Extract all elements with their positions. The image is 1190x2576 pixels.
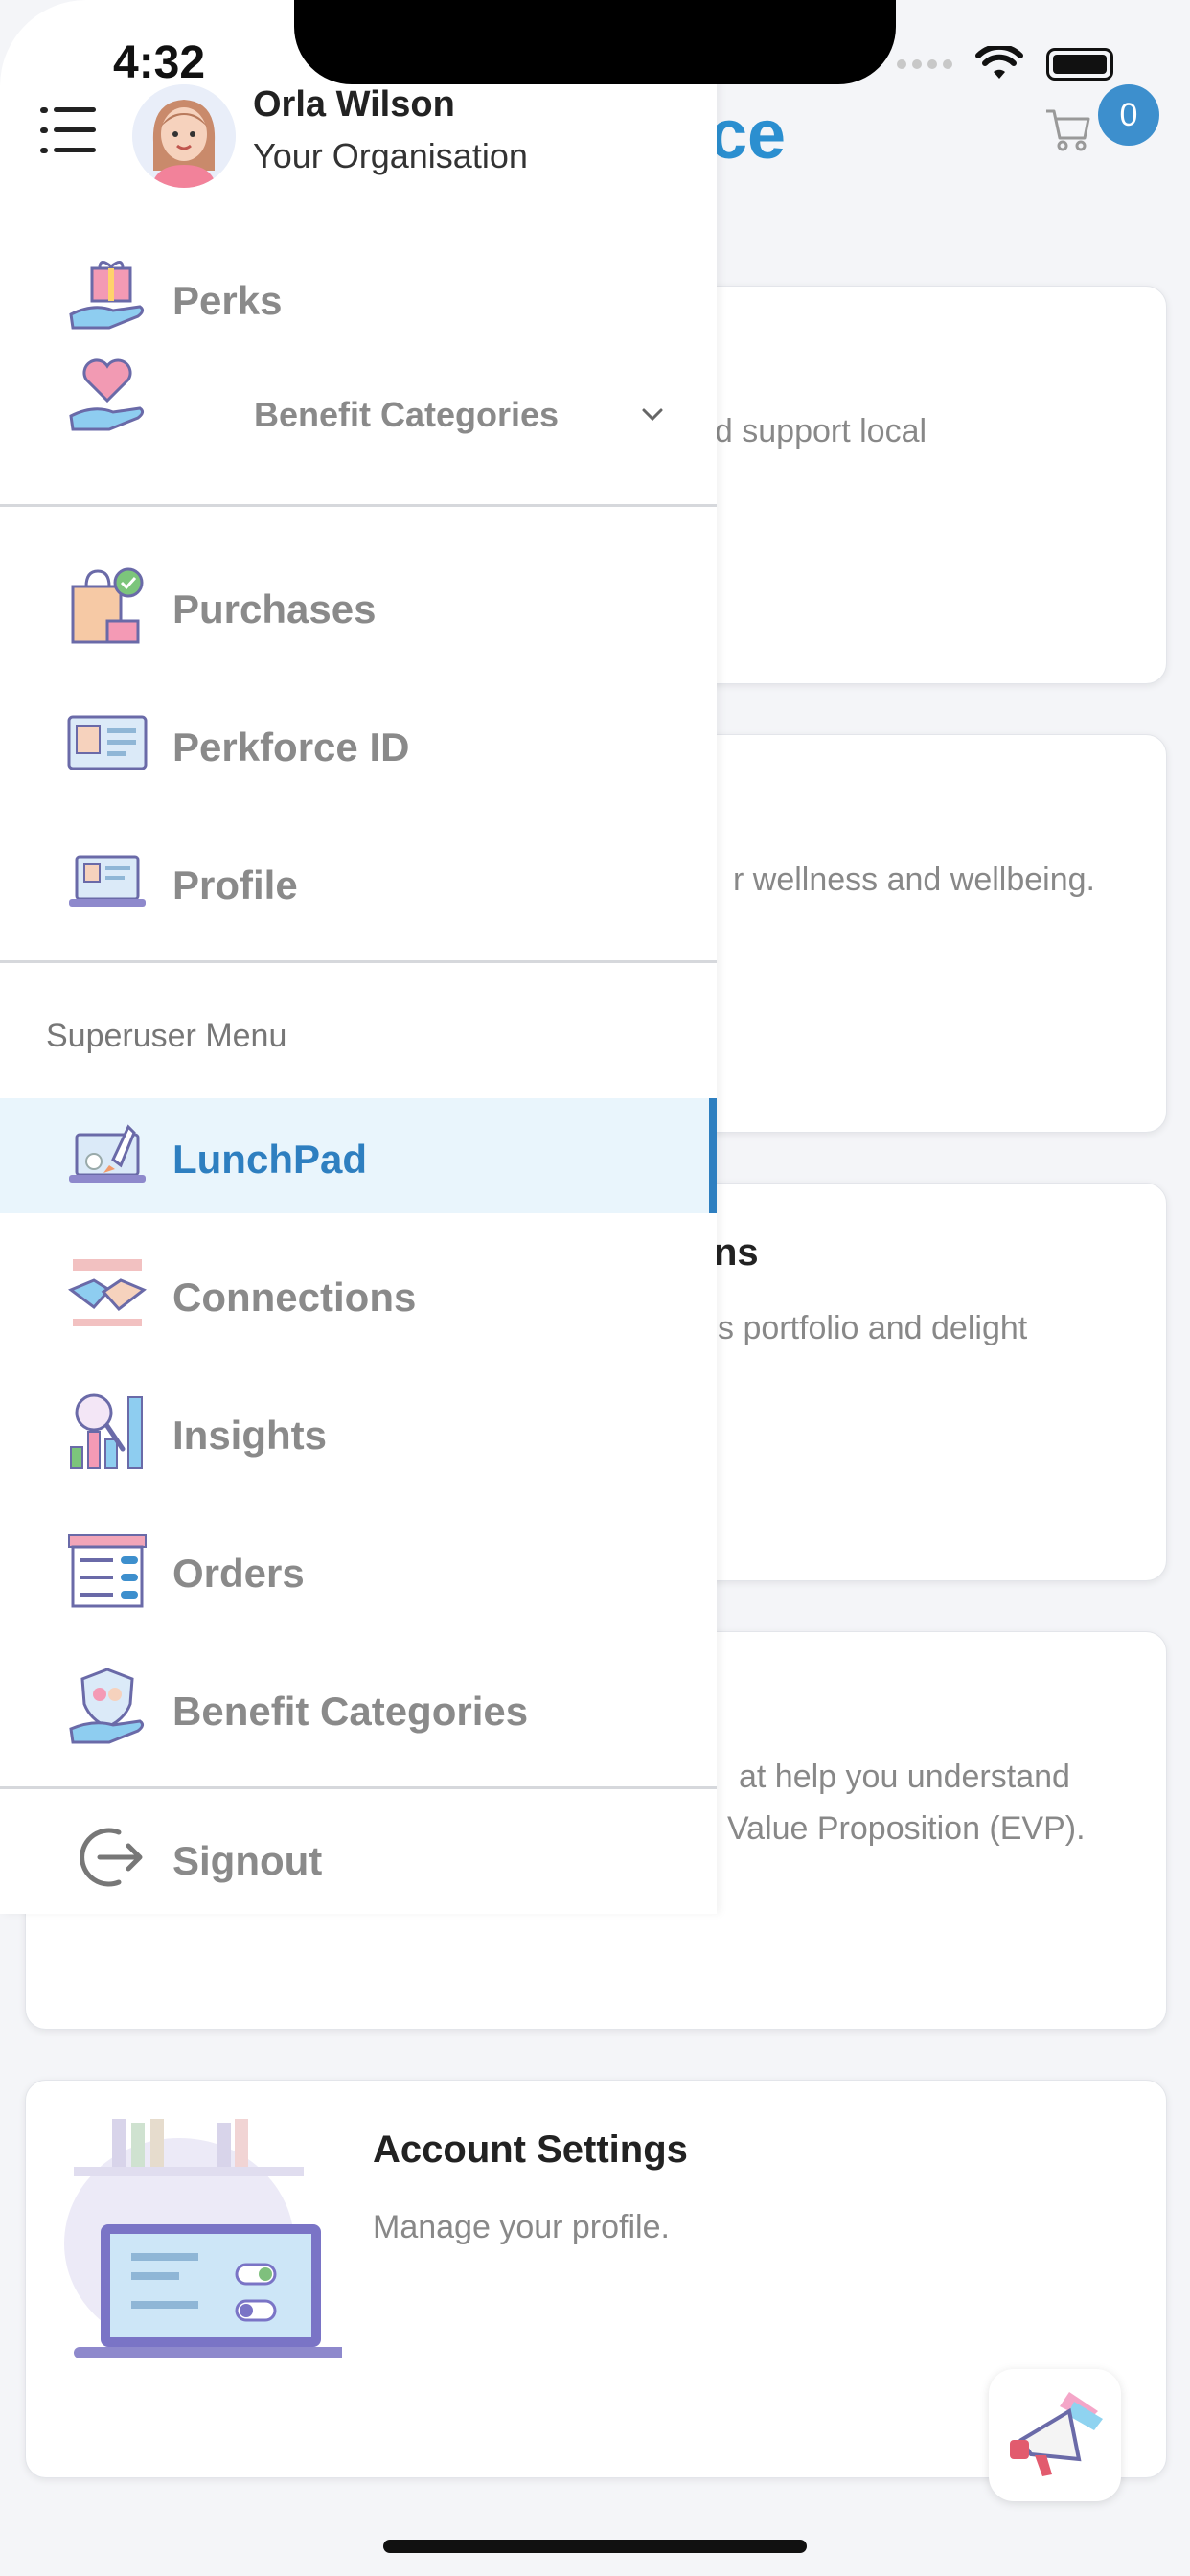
menu-item-label: Profile [172, 862, 298, 908]
menu-item-superuser-benefit-categories[interactable]: Benefit Categories [0, 1650, 717, 1765]
menu-item-lunchpad[interactable]: LunchPad [0, 1098, 717, 1213]
user-organisation: Your Organisation [253, 136, 528, 175]
card-description: Manage your profile. [373, 2209, 670, 2245]
menu-item-label: Insights [172, 1413, 328, 1458]
menu-item-label: Orders [172, 1551, 305, 1596]
store-list-icon [68, 1534, 147, 1608]
phone-screen: 4:32 ce 0 nd support local r wellness an… [0, 0, 1190, 2576]
home-indicator[interactable] [383, 2540, 807, 2553]
menu-item-label: Connections [172, 1275, 417, 1320]
menu-item-purchases[interactable]: Purchases [0, 548, 717, 663]
superuser-section-title: Superuser Menu [46, 1018, 287, 1054]
menu-item-label: LunchPad [172, 1137, 368, 1182]
signout-label: Signout [172, 1838, 323, 1883]
card-description-line1: at help you understand [739, 1759, 1070, 1795]
menu-item-label: Benefit Categories [172, 1689, 529, 1734]
signout-button[interactable]: Signout [0, 1800, 717, 1915]
id-card-icon [67, 715, 148, 770]
shield-hand-icon [69, 1668, 145, 1744]
menu-item-label: Perks [172, 278, 283, 323]
menu-item-label: Purchases [172, 586, 377, 632]
menu-item-connections[interactable]: Connections [0, 1236, 717, 1351]
feedback-button[interactable] [989, 2369, 1121, 2501]
signal-icon [897, 59, 952, 69]
laptop-profile-icon [69, 855, 146, 907]
signout-icon [80, 1828, 143, 1887]
card-title: Account Settings [373, 2128, 688, 2171]
notch [294, 0, 896, 84]
card-description: s portfolio and delight [718, 1310, 1028, 1346]
cart-count-badge[interactable]: 0 [1098, 84, 1159, 146]
card-title: ns [714, 1231, 759, 1274]
user-name: Orla Wilson [253, 84, 455, 125]
menu-item-label: Perkforce ID [172, 724, 410, 770]
shopping-bag-icon [71, 567, 144, 644]
status-icons [897, 46, 1113, 82]
navigation-drawer: Orla Wilson Your Organisation Perks Bene… [0, 0, 717, 1914]
menu-item-insights[interactable]: Insights [0, 1374, 717, 1489]
chart-magnifier-icon [70, 1393, 143, 1469]
divider [0, 1786, 717, 1789]
chevron-down-icon[interactable] [640, 402, 665, 427]
divider [0, 960, 717, 963]
app-logo[interactable]: ce [709, 96, 786, 174]
menu-item-profile[interactable]: Profile [0, 824, 717, 939]
card-description: nd support local [697, 413, 927, 449]
heart-hand-icon [69, 358, 145, 431]
megaphone-icon [1010, 2392, 1103, 2476]
status-time: 4:32 [113, 37, 206, 88]
avatar[interactable] [132, 84, 236, 188]
laptop-settings-illustration [64, 2119, 342, 2358]
menu-item-perkforce-id[interactable]: Perkforce ID [0, 686, 717, 801]
user-avatar-icon [132, 84, 236, 188]
active-indicator [709, 1098, 717, 1213]
cart-icon[interactable] [1044, 105, 1092, 153]
benefit-categories-label[interactable]: Benefit Categories [254, 395, 559, 435]
card-description-line2: Value Proposition (EVP). [727, 1810, 1086, 1847]
wifi-icon [975, 46, 1023, 79]
menu-item-perks[interactable]: Perks [0, 240, 717, 355]
card-description: r wellness and wellbeing. [733, 862, 1095, 898]
menu-item-orders[interactable]: Orders [0, 1512, 717, 1627]
divider [0, 504, 717, 507]
rocket-laptop-icon [69, 1124, 146, 1183]
battery-icon [1046, 48, 1113, 80]
handshake-icon [68, 1259, 147, 1326]
menu-toggle-icon[interactable] [40, 105, 96, 155]
gift-hand-icon [69, 261, 145, 330]
